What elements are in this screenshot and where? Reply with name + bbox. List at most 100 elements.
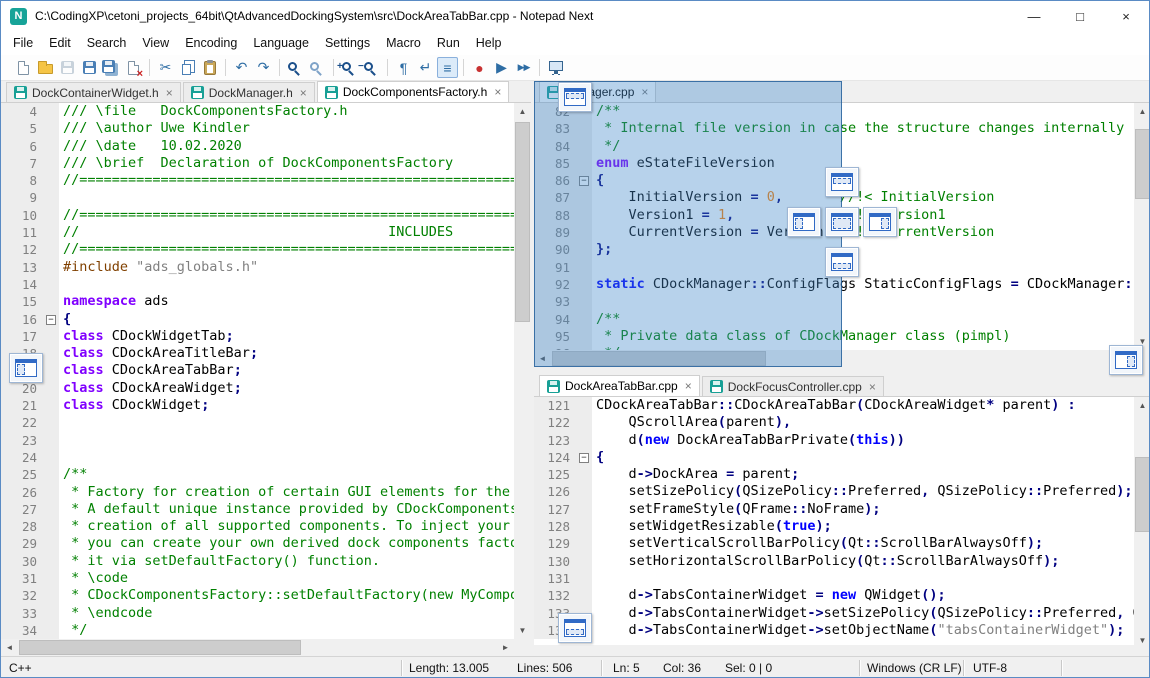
toolbar-redo-button[interactable]: ↷	[253, 57, 274, 78]
code-text: //======================================…	[59, 172, 514, 189]
code-text: d->DockArea = parent;	[592, 466, 799, 483]
scrollbar-thumb[interactable]	[1135, 457, 1150, 532]
code-text: d(new DockAreaTabBarPrivate(this))	[592, 432, 905, 449]
code-line: 9	[1, 189, 514, 206]
toolbar-cut-button[interactable]: ✂	[155, 57, 176, 78]
status-language[interactable]: C++	[9, 661, 32, 675]
scroll-down-arrow[interactable]: ▼	[1134, 333, 1150, 350]
code-line: 133 d->TabsContainerWidget->setSizePolic…	[534, 605, 1134, 622]
line-number: 31	[1, 570, 43, 587]
horizontal-splitter[interactable]	[534, 367, 1150, 375]
status-eol[interactable]: Windows (CR LF)	[867, 661, 962, 675]
line-number: 121	[534, 397, 576, 414]
top-right-editor-vscrollbar[interactable]: ▲ ▼	[1134, 103, 1150, 350]
code-text: * A default unique instance provided by …	[59, 501, 514, 518]
toolbar-save-file-button[interactable]	[57, 57, 78, 78]
toolbar-save-all-button[interactable]	[101, 57, 122, 78]
line-number: 130	[534, 553, 576, 570]
toolbar-show-eol-button[interactable]: ↵	[415, 57, 436, 78]
bottom-right-editor-vscrollbar[interactable]: ▲ ▼	[1134, 397, 1150, 649]
scroll-right-arrow[interactable]: ►	[1117, 350, 1134, 367]
scroll-up-arrow[interactable]: ▲	[514, 103, 531, 120]
tab-close-icon[interactable]: ×	[869, 380, 876, 394]
menu-view[interactable]: View	[134, 33, 177, 53]
tab-close-icon[interactable]: ×	[685, 379, 692, 393]
fold-margin	[43, 120, 59, 137]
toolbar-zoom-in-button[interactable]	[339, 57, 360, 78]
toolbar-zoom-out-button[interactable]	[361, 57, 382, 78]
fold-margin	[43, 155, 59, 172]
code-line: 128 setWidgetResizable(true);	[534, 518, 1134, 535]
left-editor-vscrollbar[interactable]: ▲ ▼	[514, 103, 531, 639]
toolbar-save-copy-button[interactable]	[79, 57, 100, 78]
menu-edit[interactable]: Edit	[41, 33, 79, 53]
scroll-down-arrow[interactable]: ▼	[514, 622, 531, 639]
menu-search[interactable]: Search	[79, 33, 135, 53]
tab-dockmanager-h[interactable]: DockManager.h×	[183, 82, 315, 102]
toolbar-paste-button[interactable]	[199, 57, 220, 78]
toolbar-copy-button[interactable]	[177, 57, 198, 78]
status-separator	[601, 660, 602, 676]
toolbar-show-console-button[interactable]	[545, 57, 566, 78]
scroll-left-arrow[interactable]: ◄	[1, 639, 18, 656]
open-file-icon	[38, 64, 53, 74]
scrollbar-thumb[interactable]	[1135, 129, 1150, 199]
scroll-right-arrow[interactable]: ►	[497, 639, 514, 656]
scrollbar-thumb[interactable]	[19, 640, 301, 655]
macro-run-multiple-icon: ▶▶	[518, 62, 530, 73]
tab-close-icon[interactable]: ×	[494, 85, 501, 99]
status-encoding[interactable]: UTF-8	[973, 661, 1007, 675]
tab-dockcomponentsfactory-h[interactable]: DockComponentsFactory.h×	[317, 81, 510, 102]
scroll-down-arrow[interactable]: ▼	[1134, 632, 1150, 649]
toolbar-show-whitespace-button[interactable]: ¶	[393, 57, 414, 78]
scroll-up-arrow[interactable]: ▲	[1134, 397, 1150, 414]
menu-encoding[interactable]: Encoding	[177, 33, 245, 53]
line-number: 16	[1, 311, 43, 328]
fold-margin	[576, 605, 592, 622]
close-button[interactable]: ×	[1103, 1, 1149, 31]
menu-macro[interactable]: Macro	[378, 33, 429, 53]
fold-margin	[43, 449, 59, 466]
toolbar-close-file-button[interactable]	[123, 57, 144, 78]
fold-collapse-icon[interactable]: −	[579, 453, 589, 463]
code-line: 17class CDockWidgetTab;	[1, 328, 514, 345]
left-editor[interactable]: 4/// \file DockComponentsFactory.h5/// \…	[1, 103, 514, 639]
code-line: 33 * \endcode	[1, 605, 514, 622]
toolbar-replace-button[interactable]	[307, 57, 328, 78]
code-line: 16−{	[1, 311, 514, 328]
menu-file[interactable]: File	[5, 33, 41, 53]
code-text: // INCLUDES	[59, 224, 453, 241]
menu-settings[interactable]: Settings	[317, 33, 378, 53]
toolbar-find-button[interactable]	[285, 57, 306, 78]
toolbar-indent-guides-button[interactable]: ≡	[437, 57, 458, 78]
code-text: //======================================…	[59, 241, 514, 258]
toolbar-macro-play-button[interactable]: ▶	[491, 57, 512, 78]
toolbar-macro-run-multiple-button[interactable]: ▶▶	[513, 57, 534, 78]
scroll-up-arrow[interactable]: ▲	[1134, 103, 1150, 120]
menu-help[interactable]: Help	[468, 33, 510, 53]
line-number: 126	[534, 483, 576, 500]
minimize-button[interactable]: —	[1011, 1, 1057, 31]
toolbar-undo-button[interactable]: ↶	[231, 57, 252, 78]
tab-close-icon[interactable]: ×	[300, 86, 307, 100]
tab-dockcontainerwidget-h[interactable]: DockContainerWidget.h×	[6, 82, 181, 102]
toolbar-open-file-button[interactable]	[35, 57, 56, 78]
menu-language[interactable]: Language	[245, 33, 317, 53]
scrollbar-thumb[interactable]	[515, 122, 530, 322]
code-text: /// \author Uwe Kindler	[59, 120, 250, 137]
tab-close-icon[interactable]: ×	[166, 86, 173, 100]
tab-dockareatabbar-cpp[interactable]: DockAreaTabBar.cpp×	[539, 375, 700, 396]
fold-collapse-icon[interactable]: −	[46, 315, 56, 325]
bottom-right-editor[interactable]: 121CDockAreaTabBar::CDockAreaTabBar(CDoc…	[534, 397, 1134, 645]
maximize-button[interactable]: □	[1057, 1, 1103, 31]
line-number: 133	[534, 605, 576, 622]
code-line: 32 * CDockComponentsFactory::setDefaultF…	[1, 587, 514, 604]
left-editor-hscrollbar[interactable]: ◄ ►	[1, 639, 514, 656]
toolbar-separator	[463, 59, 464, 76]
code-text: /// \brief Declaration of DockComponents…	[59, 155, 453, 172]
toolbar-new-file-button[interactable]	[13, 57, 34, 78]
toolbar-macro-record-button[interactable]: ●	[469, 57, 490, 78]
line-number: 27	[1, 501, 43, 518]
tab-dockfocuscontroller-cpp[interactable]: DockFocusController.cpp×	[702, 376, 884, 396]
menu-run[interactable]: Run	[429, 33, 468, 53]
